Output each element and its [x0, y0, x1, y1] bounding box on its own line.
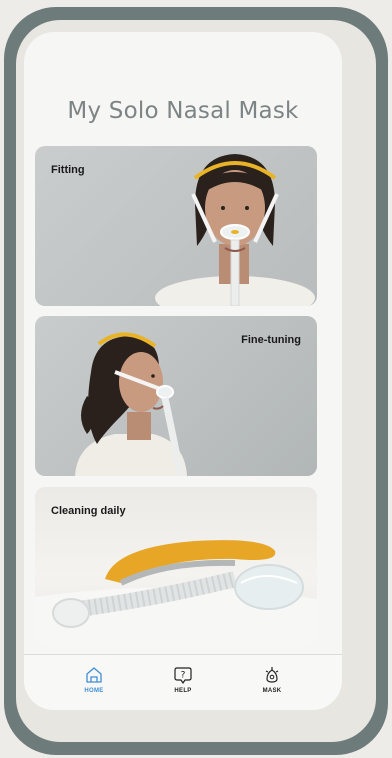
tab-label-mask: MASK — [262, 688, 282, 694]
help-icon: ? — [174, 667, 192, 684]
tab-mask[interactable]: MASK — [242, 665, 302, 694]
mask-icon — [265, 667, 279, 683]
card-label-fine-tuning: Fine-tuning — [241, 334, 301, 346]
card-label-cleaning-daily: Cleaning daily — [51, 505, 126, 517]
card-fine-tuning[interactable]: Fine-tuning — [35, 316, 317, 476]
card-label-fitting: Fitting — [51, 164, 85, 176]
tab-bar: HOME ? HELP MASK — [24, 654, 342, 710]
svg-text:?: ? — [181, 671, 186, 681]
tab-help[interactable]: ? HELP — [153, 665, 213, 694]
card-cleaning-daily[interactable]: Cleaning daily — [35, 487, 317, 647]
card-fitting[interactable]: Fitting — [35, 146, 317, 306]
tab-home[interactable]: HOME — [64, 665, 124, 694]
home-icon — [86, 667, 102, 683]
tab-label-home: HOME — [84, 688, 104, 694]
tab-label-help: HELP — [174, 688, 192, 694]
page-title: My Solo Nasal Mask — [67, 98, 299, 124]
app-screen: My Solo Nasal Mask Fitting Fine-tuning C… — [24, 32, 342, 710]
